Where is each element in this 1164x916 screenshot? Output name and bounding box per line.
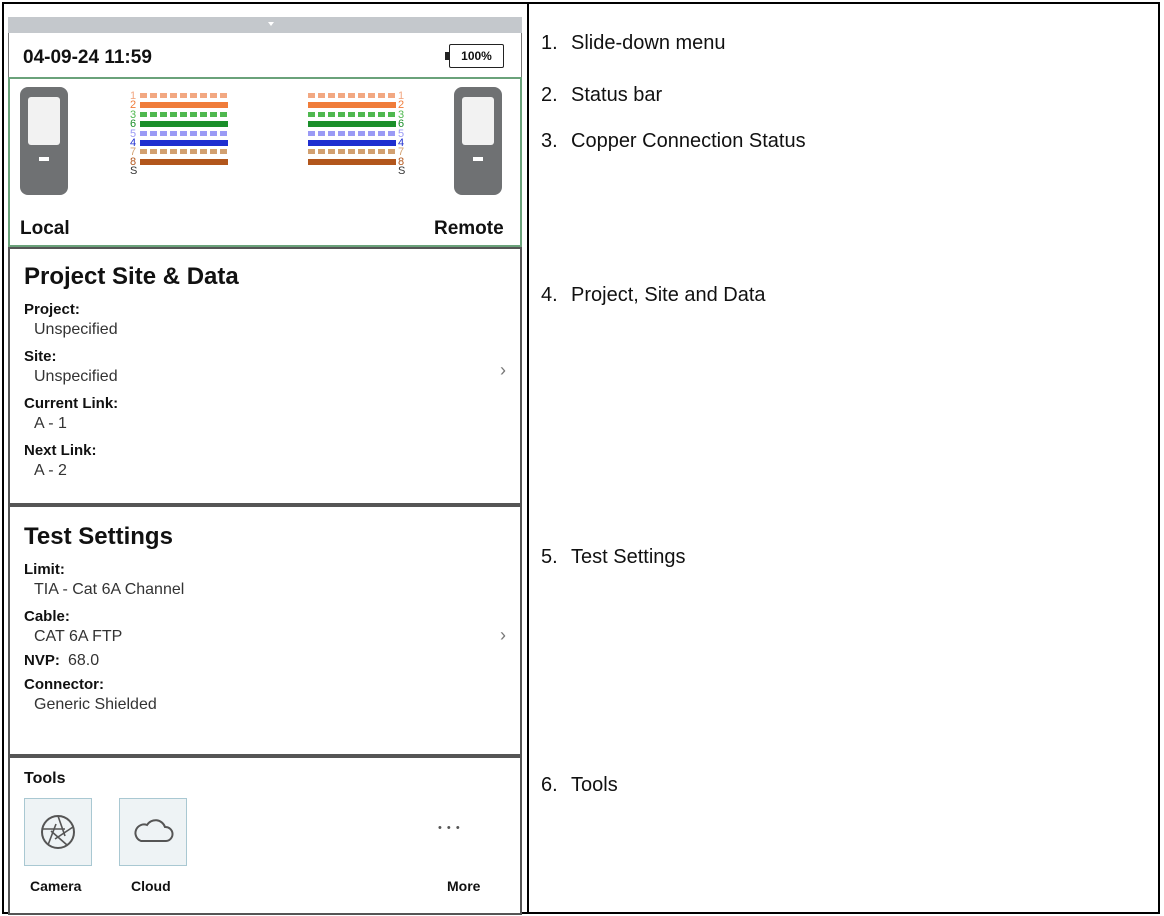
tools-card: Tools Camera Cloud • • • More — [8, 756, 522, 915]
wire-pair-5 — [308, 130, 396, 136]
camera-tool-button[interactable] — [24, 798, 92, 866]
legend-text: Slide-down menu — [571, 32, 726, 54]
local-label: Local — [20, 218, 70, 239]
wire-pair-6 — [140, 121, 228, 128]
legend-item: 3. Copper Connection Status — [541, 130, 806, 153]
device-screen — [462, 97, 494, 145]
nvp-value: 68.0 — [68, 652, 100, 669]
device-screen — [28, 97, 60, 145]
status-datetime: 04-09-24 11:59 — [23, 47, 152, 68]
site-value: Unspecified — [34, 368, 118, 385]
site-label: Site: — [24, 348, 57, 365]
copper-connection-status[interactable]: Local 12365478S 12365478S Remote — [8, 77, 522, 247]
legend-text: Tools — [571, 774, 618, 796]
tester-screen: 04-09-24 11:59 100% Local 12365478S 1236… — [8, 17, 522, 915]
legend-item: 2. Status bar — [541, 84, 662, 107]
project-value: Unspecified — [34, 321, 118, 338]
nvp-label: NVP: — [24, 652, 60, 669]
wire-pair-2 — [308, 102, 396, 109]
connector-label: Connector: — [24, 676, 104, 693]
legend-item: 5. Test Settings — [541, 546, 686, 569]
wire-pair-4 — [140, 140, 228, 146]
cloud-icon — [134, 819, 174, 842]
remote-label: Remote — [434, 218, 504, 239]
wire-pair-7 — [140, 149, 228, 155]
pin-number-S: S — [130, 165, 138, 178]
camera-shutter-icon — [41, 815, 75, 849]
battery-level: 100% — [461, 49, 492, 63]
current-link-value: A - 1 — [34, 415, 67, 432]
wire-pair-3 — [140, 111, 228, 117]
cloud-label: Cloud — [131, 878, 171, 894]
chevron-right-icon[interactable]: › — [500, 360, 506, 381]
connector-value: Generic Shielded — [34, 696, 157, 713]
chevron-right-icon[interactable]: › — [500, 625, 506, 646]
legend-item: 4. Project, Site and Data — [541, 284, 766, 307]
legend-item: 6. Tools — [541, 774, 618, 797]
remote-device-icon — [454, 87, 502, 195]
more-icon[interactable]: • • • — [438, 822, 461, 834]
wire-pair-7 — [308, 149, 396, 155]
wire-pair-8 — [308, 158, 396, 165]
cable-label: Cable: — [24, 608, 70, 625]
legend-text: Test Settings — [571, 546, 686, 568]
chevron-down-icon — [268, 22, 274, 26]
legend-number: 1. — [541, 32, 558, 54]
status-bar: 04-09-24 11:59 100% — [8, 33, 522, 77]
wire-pair-5 — [140, 130, 228, 136]
cloud-tool-button[interactable] — [119, 798, 187, 866]
legend-text: Copper Connection Status — [571, 130, 806, 152]
project-site-data-card[interactable]: Project Site & Data Project: Unspecified… — [8, 247, 522, 505]
slide-down-menu-handle[interactable] — [8, 17, 522, 33]
limit-value: TIA - Cat 6A Channel — [34, 581, 185, 598]
test-settings-card[interactable]: Test Settings Limit: TIA - Cat 6A Channe… — [8, 505, 522, 756]
legend-number: 4. — [541, 284, 558, 306]
pin-number-S: S — [398, 165, 406, 178]
battery-nub — [445, 52, 449, 60]
device-button — [39, 157, 49, 161]
limit-label: Limit: — [24, 561, 65, 578]
next-link-value: A - 2 — [34, 462, 67, 479]
legend-text: Project, Site and Data — [571, 284, 766, 306]
local-device-icon — [20, 87, 68, 195]
more-label[interactable]: More — [447, 878, 480, 894]
wire-pair-1 — [308, 93, 396, 98]
wire-pair-4 — [308, 140, 396, 146]
next-link-label: Next Link: — [24, 442, 97, 459]
legend-number: 6. — [541, 774, 558, 796]
wire-pair-2 — [140, 102, 228, 109]
legend-item: 1. Slide-down menu — [541, 32, 726, 55]
project-card-title: Project Site & Data — [24, 263, 239, 290]
wire-pair-6 — [308, 121, 396, 128]
camera-label: Camera — [30, 878, 82, 894]
test-settings-title: Test Settings — [24, 523, 173, 550]
wire-pair-1 — [140, 93, 228, 98]
battery-icon: 100% — [445, 44, 504, 68]
current-link-label: Current Link: — [24, 395, 119, 412]
wire-pair-8 — [140, 158, 228, 165]
project-label: Project: — [24, 301, 80, 318]
column-divider — [527, 2, 529, 914]
tools-title: Tools — [24, 770, 66, 787]
device-button — [473, 157, 483, 161]
legend-number: 3. — [541, 130, 558, 152]
legend-text: Status bar — [571, 84, 663, 106]
cable-value: CAT 6A FTP — [34, 628, 123, 645]
legend-number: 2. — [541, 84, 558, 106]
legend-number: 5. — [541, 546, 558, 568]
wire-pair-3 — [308, 111, 396, 117]
